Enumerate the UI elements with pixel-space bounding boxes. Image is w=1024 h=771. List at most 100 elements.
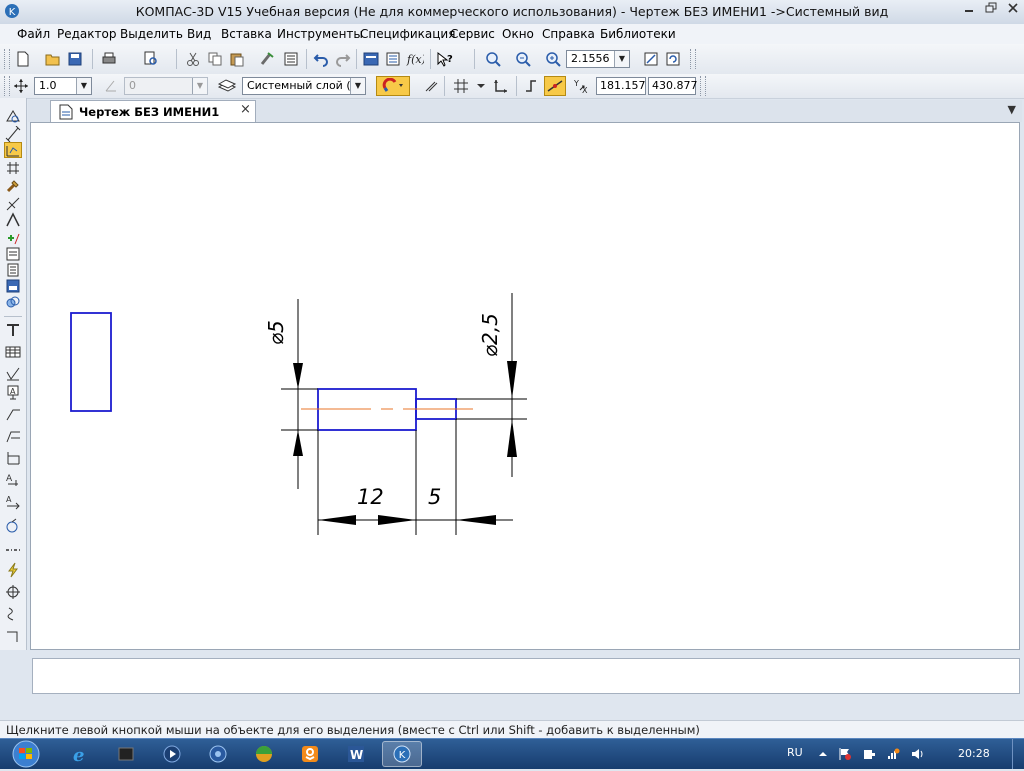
layers-icon[interactable] <box>384 50 402 68</box>
select-tool-icon[interactable] <box>4 212 22 228</box>
toolbar-grip[interactable] <box>4 76 10 96</box>
toolbar-grip[interactable] <box>700 76 706 96</box>
leader-tool-icon[interactable] <box>4 406 22 422</box>
menu-file[interactable]: Файл <box>17 27 50 41</box>
manager-icon[interactable] <box>362 50 380 68</box>
menu-view[interactable]: Вид <box>187 27 211 41</box>
chevron-down-icon[interactable]: ▼ <box>192 78 207 94</box>
base-tool-icon[interactable]: A <box>4 384 22 400</box>
coord-y-field[interactable]: 430.877 <box>648 77 698 95</box>
wave-tool-icon[interactable] <box>4 518 22 534</box>
angle-step-icon[interactable] <box>102 77 120 95</box>
dimension-text-diameter-right[interactable]: ⌀2,5 <box>478 313 502 357</box>
taskbar-kompas[interactable]: K <box>382 741 422 767</box>
geometry-tool-icon[interactable] <box>4 108 22 124</box>
cursor-step-icon[interactable] <box>12 77 30 95</box>
variables-icon[interactable]: f(x) <box>406 50 424 68</box>
zoom-dynamic-icon[interactable] <box>514 50 532 68</box>
taskbar-media-app[interactable] <box>106 741 146 767</box>
print-preview-icon[interactable] <box>142 50 160 68</box>
taskbar-player[interactable] <box>198 741 238 767</box>
dimension-text-diameter-left[interactable]: ⌀5 <box>264 320 288 345</box>
angle-step-combo[interactable]: 0 ▼ <box>124 77 208 95</box>
angle-mark-tool-icon[interactable] <box>4 628 22 644</box>
tab-drawing[interactable]: Чертеж БЕЗ ИМЕНИ1 <box>50 100 256 122</box>
properties-icon[interactable] <box>282 50 300 68</box>
cursor-step-combo[interactable]: 1.0 ▼ <box>34 77 92 95</box>
macro-tool-icon[interactable] <box>4 294 22 310</box>
redo-icon[interactable] <box>334 50 352 68</box>
show-all-icon[interactable] <box>642 50 660 68</box>
refresh-icon[interactable] <box>664 50 682 68</box>
zoom-window-icon[interactable] <box>484 50 502 68</box>
parametrization-tool-icon[interactable] <box>4 178 22 194</box>
edit-tool-icon[interactable] <box>4 160 22 176</box>
device-icon[interactable] <box>862 747 876 761</box>
volume-icon[interactable] <box>910 747 924 761</box>
rectangle-left[interactable] <box>70 312 112 412</box>
format-brush-icon[interactable] <box>258 50 276 68</box>
local-cs-icon[interactable] <box>422 77 440 95</box>
taskbar-word[interactable]: W <box>336 741 376 767</box>
menu-help[interactable]: Справка <box>542 27 595 41</box>
tolerance-tool-icon[interactable] <box>4 450 22 466</box>
chevron-down-icon[interactable]: ▼ <box>350 78 365 94</box>
break-line-tool-icon[interactable] <box>4 606 22 622</box>
text-tool-icon[interactable] <box>4 322 22 338</box>
cut-line-tool-icon[interactable]: A <box>4 472 22 488</box>
cut-icon[interactable] <box>184 50 202 68</box>
toolbar-grip[interactable] <box>690 49 696 69</box>
close-button[interactable] <box>1002 2 1024 20</box>
menu-insert[interactable]: Вставка <box>221 27 272 41</box>
language-indicator[interactable]: RU <box>787 746 803 759</box>
zoom-scale-combo[interactable]: 2.1556 ▼ <box>566 50 630 68</box>
start-button[interactable] <box>6 740 46 768</box>
layer-icon[interactable] <box>218 77 236 95</box>
position-tool-icon[interactable] <box>4 428 22 444</box>
open-folder-icon[interactable] <box>44 50 62 68</box>
spec-tool-icon[interactable] <box>4 230 22 246</box>
insert-tool-icon[interactable] <box>4 262 22 278</box>
save-icon[interactable] <box>66 50 84 68</box>
paste-icon[interactable] <box>228 50 246 68</box>
layer-combo[interactable]: Системный слой (0) ▼ <box>242 77 366 95</box>
grid-icon[interactable] <box>452 77 470 95</box>
print-icon[interactable] <box>100 50 118 68</box>
toolbar-grip[interactable] <box>4 49 10 69</box>
menu-libraries[interactable]: Библиотеки <box>600 27 676 41</box>
center-mark-tool-icon[interactable] <box>4 584 22 600</box>
property-panel[interactable] <box>32 658 1020 694</box>
dimension-text-length-left[interactable]: 12 <box>357 485 384 509</box>
measure-tool-icon[interactable] <box>4 196 22 212</box>
taskbar-internet-explorer[interactable]: e <box>60 741 100 767</box>
drawing-canvas[interactable]: ⌀5 ⌀2,5 12 5 <box>30 122 1020 650</box>
undo-icon[interactable] <box>312 50 330 68</box>
fragment-library-icon[interactable] <box>4 278 22 294</box>
help-pointer-icon[interactable]: ? <box>436 50 454 68</box>
chevron-down-icon[interactable] <box>472 77 490 95</box>
menu-service[interactable]: Сервис <box>450 27 495 41</box>
show-desktop-button[interactable] <box>1012 739 1024 769</box>
taskbar-browser[interactable] <box>244 741 284 767</box>
coordinate-origin-icon[interactable] <box>492 77 510 95</box>
dimensions-tool-icon[interactable] <box>4 126 22 142</box>
view-arrow-tool-icon[interactable]: A <box>4 494 22 510</box>
system-clock[interactable]: 20:28 <box>958 747 990 760</box>
taskbar-media-player[interactable] <box>152 741 192 767</box>
action-center-flag-icon[interactable] <box>838 747 852 761</box>
coord-x-field[interactable]: 181.157 <box>596 77 646 95</box>
network-icon[interactable] <box>886 747 900 761</box>
snap-magnet-icon[interactable] <box>376 76 410 96</box>
tab-list-chevron-icon[interactable]: ▼ <box>1008 103 1016 116</box>
menu-edit[interactable]: Редактор <box>57 27 116 41</box>
chevron-down-icon[interactable]: ▼ <box>76 78 91 94</box>
menu-window[interactable]: Окно <box>502 27 534 41</box>
reports-tool-icon[interactable] <box>4 246 22 262</box>
minimize-button[interactable] <box>958 2 980 20</box>
table-tool-icon[interactable] <box>4 344 22 360</box>
zoom-in-icon[interactable] <box>544 50 562 68</box>
dimension-text-length-right[interactable]: 5 <box>428 485 441 509</box>
taskbar-odnoklassniki[interactable] <box>290 741 330 767</box>
copy-icon[interactable] <box>206 50 224 68</box>
ortho-mode-icon[interactable] <box>522 77 540 95</box>
